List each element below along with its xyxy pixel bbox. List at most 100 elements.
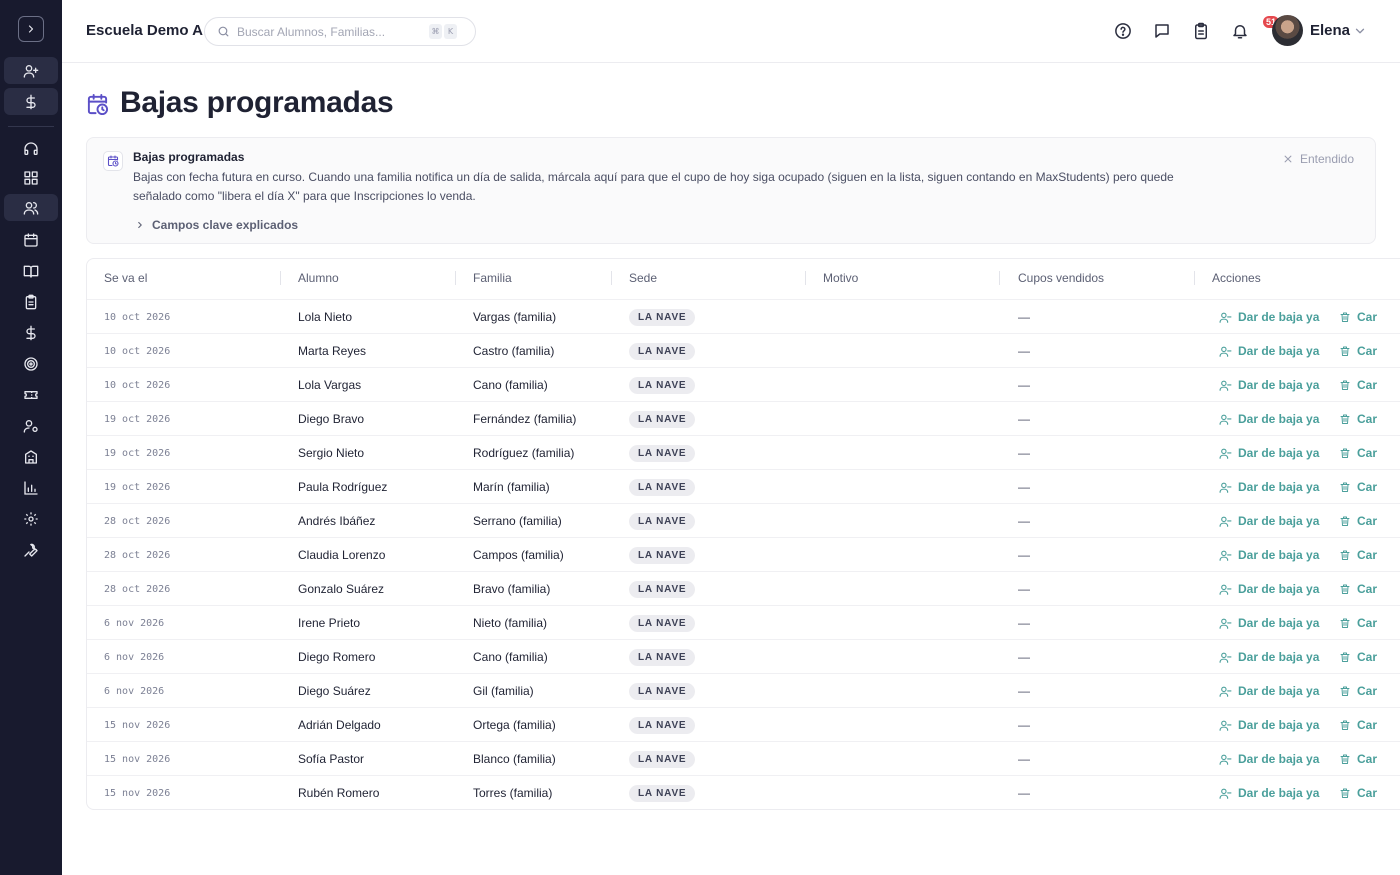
family-name[interactable]: Torres (familia) (473, 776, 552, 809)
cancel-departure-button[interactable]: Car (1339, 742, 1377, 776)
student-name[interactable]: Claudia Lorenzo (298, 538, 385, 572)
student-name[interactable]: Sofía Pastor (298, 742, 364, 776)
column-header-sede[interactable]: Sede (629, 271, 657, 285)
family-name[interactable]: Castro (familia) (473, 334, 554, 368)
sidebar-item-courses[interactable] (4, 257, 58, 284)
dismiss-button[interactable]: Entendido (1283, 152, 1354, 166)
table-row[interactable]: 28 oct 2026 Gonzalo Suárez Bravo (familia)… (87, 571, 1400, 605)
student-name[interactable]: Diego Romero (298, 640, 375, 674)
table-row[interactable]: 10 oct 2026 Lola Nieto Vargas (familia) LA … (87, 299, 1400, 333)
unenroll-now-button[interactable]: Dar de baja ya (1219, 640, 1319, 674)
unenroll-now-button[interactable]: Dar de baja ya (1219, 334, 1319, 368)
column-header-student[interactable]: Alumno (298, 271, 339, 285)
table-row[interactable]: 15 nov 2026 Adrián Delgado Ortega (familia… (87, 707, 1400, 741)
expand-fields-toggle[interactable]: Campos clave explicados (135, 218, 298, 232)
table-row[interactable]: 6 nov 2026 Irene Prieto Nieto (familia) LA … (87, 605, 1400, 639)
column-header-seats-sold[interactable]: Cupos vendidos (1018, 271, 1104, 285)
unenroll-now-button[interactable]: Dar de baja ya (1219, 504, 1319, 538)
family-name[interactable]: Marín (familia) (473, 470, 550, 504)
search-input[interactable] (237, 24, 427, 39)
cancel-departure-button[interactable]: Car (1339, 402, 1377, 436)
chevron-down-icon[interactable] (1353, 24, 1367, 38)
sidebar-item-tasks[interactable] (4, 288, 58, 315)
sidebar-toggle-button[interactable] (18, 16, 44, 42)
avatar[interactable] (1272, 15, 1303, 46)
student-name[interactable]: Sergio Nieto (298, 436, 364, 470)
sidebar-item-support[interactable] (4, 135, 58, 162)
cancel-departure-button[interactable]: Car (1339, 470, 1377, 504)
cancel-departure-button[interactable]: Car (1339, 572, 1377, 606)
table-row[interactable]: 15 nov 2026 Sofía Pastor Blanco (familia) L… (87, 741, 1400, 775)
family-name[interactable]: Gil (familia) (473, 674, 534, 708)
cancel-departure-button[interactable]: Car (1339, 776, 1377, 809)
unenroll-now-button[interactable]: Dar de baja ya (1219, 300, 1319, 334)
sidebar-item-students[interactable] (4, 194, 58, 221)
unenroll-now-button[interactable]: Dar de baja ya (1219, 572, 1319, 606)
search-bar[interactable]: ⌘ K (204, 17, 476, 46)
unenroll-now-button[interactable]: Dar de baja ya (1219, 776, 1319, 809)
family-name[interactable]: Campos (familia) (473, 538, 564, 572)
table-row[interactable]: 19 oct 2026 Sergio Nieto Rodríguez (famili… (87, 435, 1400, 469)
family-name[interactable]: Cano (familia) (473, 368, 548, 402)
family-name[interactable]: Vargas (familia) (473, 300, 556, 334)
table-row[interactable]: 19 oct 2026 Diego Bravo Fernández (familia… (87, 401, 1400, 435)
unenroll-now-button[interactable]: Dar de baja ya (1219, 742, 1319, 776)
unenroll-now-button[interactable]: Dar de baja ya (1219, 368, 1319, 402)
family-name[interactable]: Nieto (familia) (473, 606, 547, 640)
cancel-departure-button[interactable]: Car (1339, 300, 1377, 334)
family-name[interactable]: Blanco (familia) (473, 742, 556, 776)
column-header-reason[interactable]: Motivo (823, 271, 858, 285)
sidebar-item-goals[interactable] (4, 350, 58, 377)
unenroll-now-button[interactable]: Dar de baja ya (1219, 606, 1319, 640)
family-name[interactable]: Cano (familia) (473, 640, 548, 674)
student-name[interactable]: Lola Nieto (298, 300, 352, 334)
sidebar-item-reports[interactable] (4, 474, 58, 501)
tasks-button[interactable] (1191, 21, 1211, 41)
table-row[interactable]: 10 oct 2026 Lola Vargas Cano (familia) LA N… (87, 367, 1400, 401)
student-name[interactable]: Diego Suárez (298, 674, 371, 708)
unenroll-now-button[interactable]: Dar de baja ya (1219, 436, 1319, 470)
sidebar-item-calendar[interactable] (4, 226, 58, 253)
messages-button[interactable] (1152, 21, 1172, 41)
table-row[interactable]: 19 oct 2026 Paula Rodríguez Marín (familia… (87, 469, 1400, 503)
sidebar-item-campuses[interactable] (4, 443, 58, 470)
unenroll-now-button[interactable]: Dar de baja ya (1219, 402, 1319, 436)
student-name[interactable]: Gonzalo Suárez (298, 572, 384, 606)
table-row[interactable]: 28 oct 2026 Claudia Lorenzo Campos (famili… (87, 537, 1400, 571)
cancel-departure-button[interactable]: Car (1339, 436, 1377, 470)
user-name[interactable]: Elena (1310, 22, 1350, 39)
cancel-departure-button[interactable]: Car (1339, 538, 1377, 572)
student-name[interactable]: Paula Rodríguez (298, 470, 387, 504)
table-row[interactable]: 6 nov 2026 Diego Romero Cano (familia) LA N… (87, 639, 1400, 673)
help-button[interactable] (1113, 21, 1133, 41)
student-name[interactable]: Rubén Romero (298, 776, 379, 809)
cancel-departure-button[interactable]: Car (1339, 368, 1377, 402)
unenroll-now-button[interactable]: Dar de baja ya (1219, 470, 1319, 504)
cancel-departure-button[interactable]: Car (1339, 640, 1377, 674)
cancel-departure-button[interactable]: Car (1339, 334, 1377, 368)
student-name[interactable]: Andrés Ibáñez (298, 504, 375, 538)
student-name[interactable]: Lola Vargas (298, 368, 361, 402)
family-name[interactable]: Fernández (familia) (473, 402, 576, 436)
unenroll-now-button[interactable]: Dar de baja ya (1219, 708, 1319, 742)
column-header-family[interactable]: Familia (473, 271, 512, 285)
family-name[interactable]: Ortega (familia) (473, 708, 556, 742)
sidebar-item-dashboard[interactable] (4, 164, 58, 191)
unenroll-now-button[interactable]: Dar de baja ya (1219, 538, 1319, 572)
family-name[interactable]: Bravo (familia) (473, 572, 550, 606)
table-row[interactable]: 6 nov 2026 Diego Suárez Gil (familia) LA NA… (87, 673, 1400, 707)
sidebar-item-finance[interactable] (4, 319, 58, 346)
column-header-date[interactable]: Se va el (104, 271, 147, 285)
sidebar-item-add-student[interactable] (4, 57, 58, 84)
table-row[interactable]: 28 oct 2026 Andrés Ibáñez Serrano (familia… (87, 503, 1400, 537)
student-name[interactable]: Irene Prieto (298, 606, 360, 640)
notifications-button[interactable] (1230, 21, 1250, 41)
sidebar-item-billing-quick[interactable] (4, 88, 58, 115)
cancel-departure-button[interactable]: Car (1339, 606, 1377, 640)
cancel-departure-button[interactable]: Car (1339, 674, 1377, 708)
cancel-departure-button[interactable]: Car (1339, 708, 1377, 742)
cancel-departure-button[interactable]: Car (1339, 504, 1377, 538)
family-name[interactable]: Serrano (familia) (473, 504, 562, 538)
student-name[interactable]: Diego Bravo (298, 402, 364, 436)
family-name[interactable]: Rodríguez (familia) (473, 436, 574, 470)
